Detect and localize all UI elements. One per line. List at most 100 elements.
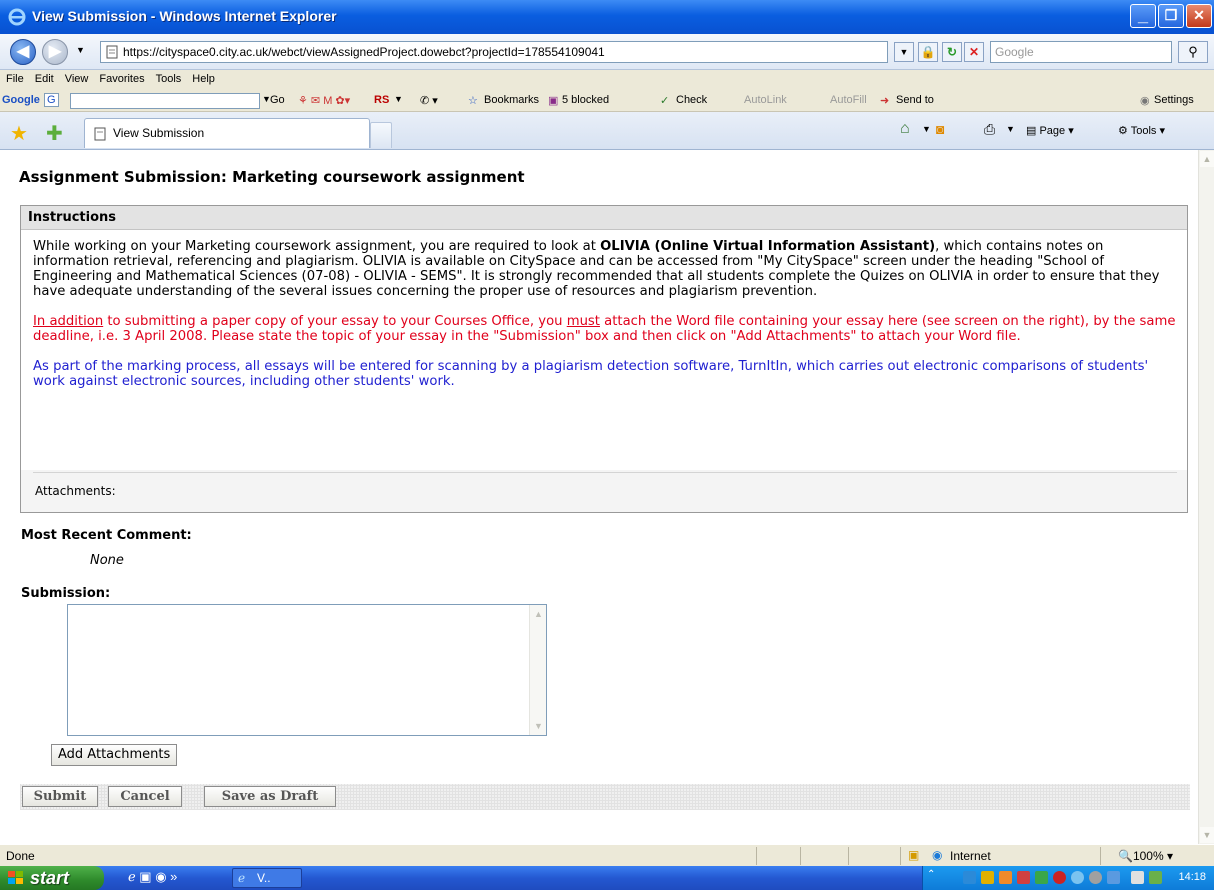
menu-bar: File Edit View Favorites Tools Help <box>0 70 1214 90</box>
tray-icon[interactable] <box>1107 871 1120 884</box>
maximize-button[interactable]: ❐ <box>1158 4 1184 28</box>
refresh-button[interactable]: ↻ <box>942 42 962 62</box>
instructions-panel: Instructions While working on your Marke… <box>20 205 1188 513</box>
scroll-down-icon[interactable]: ▼ <box>531 718 546 734</box>
tray-icon[interactable] <box>1017 871 1030 884</box>
protected-mode-icon[interactable]: ▣ <box>908 848 919 862</box>
tray-icon[interactable] <box>1089 871 1102 884</box>
add-attachments-button[interactable]: Add Attachments <box>51 744 178 766</box>
feeds-icon[interactable]: ◙ <box>936 121 944 137</box>
status-divider <box>756 847 757 865</box>
submission-textarea[interactable] <box>68 605 530 735</box>
home-icon[interactable]: ⌂ <box>900 120 910 138</box>
menu-help[interactable]: Help <box>186 70 220 85</box>
url-dropdown-button[interactable]: ▼ <box>894 42 914 62</box>
page-content: Assignment Submission: Marketing coursew… <box>0 150 1198 844</box>
tray-icon[interactable] <box>1131 871 1144 884</box>
rs-dropdown-icon[interactable]: ▼ <box>394 94 403 104</box>
google-menu-button[interactable]: G <box>44 93 59 107</box>
menu-tools[interactable]: Tools <box>150 70 187 85</box>
send-to-icon: ➜ <box>880 95 890 107</box>
tools-menu-button[interactable]: ⚙ Tools ▾ <box>1118 124 1165 137</box>
quick-launch-icons[interactable]: ℯ ▣ ◉ » <box>128 869 177 885</box>
menu-view[interactable]: View <box>59 70 94 85</box>
olivia-name: OLIVIA (Online Virtual Information Assis… <box>600 239 936 254</box>
print-icon[interactable]: ⎙ <box>984 121 995 138</box>
zone-label: Internet <box>950 849 991 863</box>
forward-button[interactable]: ▶ <box>42 39 68 65</box>
send-to-button[interactable]: Send to <box>896 94 934 106</box>
zoom-level[interactable]: 🔍100% ▾ <box>1118 849 1173 863</box>
google-go-button[interactable]: Go <box>270 94 285 106</box>
status-divider <box>900 847 901 865</box>
back-button[interactable]: ◀ <box>10 39 36 65</box>
rs-button[interactable]: RS <box>374 94 389 106</box>
popup-blocked-button[interactable]: 5 blocked <box>562 94 609 106</box>
tray-icon[interactable] <box>1035 871 1048 884</box>
search-input[interactable]: Google <box>990 41 1172 63</box>
google-search-input[interactable] <box>70 93 260 109</box>
status-bar: Done ▣ ◉ Internet 🔍100% ▾ <box>0 844 1214 866</box>
menu-edit[interactable]: Edit <box>29 70 59 85</box>
in-addition-text: In addition <box>33 314 104 329</box>
form-button-bar: Submit Cancel Save as Draft <box>20 784 1190 810</box>
taskbar: start ℯ ▣ ◉ » ℯ V.. ⌃ 14:18 <box>0 866 1214 890</box>
favorites-star-icon[interactable]: ★ <box>10 121 28 146</box>
page-scroll-up-icon[interactable]: ▲ <box>1200 151 1214 167</box>
tray-icon[interactable] <box>999 871 1012 884</box>
autofill-button[interactable]: AutoFill <box>830 94 867 106</box>
spell-icon[interactable]: ✆ ▾ <box>420 94 438 107</box>
google-tools-icons[interactable]: ⚘ ✉ M ✿▾ <box>298 94 350 107</box>
page-scrollbar[interactable]: ▲ ▼ <box>1198 150 1214 844</box>
spellcheck-icon: ✓ <box>660 95 670 107</box>
tray-expand-icon[interactable]: ⌃ <box>927 869 935 880</box>
submission-scrollbar[interactable]: ▲ ▼ <box>529 605 546 735</box>
tray-icon[interactable] <box>1149 871 1162 884</box>
tab-view-submission[interactable]: View Submission <box>84 118 370 148</box>
search-icon[interactable]: ⚲ <box>1178 41 1208 63</box>
tray-icon[interactable] <box>981 871 994 884</box>
save-draft-button[interactable]: Save as Draft <box>204 786 336 807</box>
submission-label: Submission: <box>21 586 111 601</box>
autolink-button[interactable]: AutoLink <box>744 94 787 106</box>
popup-blocker-icon: ▣ <box>548 95 559 107</box>
start-button[interactable]: start <box>0 866 104 890</box>
url-text: https://cityspace0.city.ac.uk/webct/view… <box>123 45 605 59</box>
page-icon <box>106 45 118 59</box>
cancel-button[interactable]: Cancel <box>108 786 182 807</box>
history-dropdown-icon[interactable]: ▼ <box>76 45 85 55</box>
tray-icon[interactable] <box>1053 871 1066 884</box>
stop-button[interactable]: ✕ <box>964 42 984 62</box>
new-tab-button[interactable] <box>370 122 392 148</box>
tab-bar: ★ ✚ View Submission ⌂ ▼ ◙ ⎙ ▼ ▤ Page ▾ ⚙… <box>0 112 1214 150</box>
recent-comment-label: Most Recent Comment: <box>21 528 192 543</box>
window-title: View Submission - Windows Internet Explo… <box>32 8 337 24</box>
submit-button[interactable]: Submit <box>22 786 98 807</box>
close-button[interactable]: ✕ <box>1186 4 1212 28</box>
bookmarks-button[interactable]: Bookmarks <box>484 94 539 106</box>
taskbar-ie-window[interactable]: ℯ V.. <box>232 868 302 888</box>
home-dropdown-icon[interactable]: ▼ <box>922 124 931 134</box>
minimize-button[interactable]: _ <box>1130 4 1156 28</box>
print-dropdown-icon[interactable]: ▼ <box>1006 124 1015 134</box>
scroll-up-icon[interactable]: ▲ <box>531 606 546 622</box>
url-input[interactable]: https://cityspace0.city.ac.uk/webct/view… <box>100 41 888 63</box>
instructions-header: Instructions <box>21 206 1187 230</box>
page-title: Assignment Submission: Marketing coursew… <box>19 168 525 186</box>
tray-icon[interactable] <box>963 871 976 884</box>
settings-icon: ◉ <box>1140 95 1150 107</box>
taskbar-clock: 14:18 <box>1178 871 1206 883</box>
attachments-label: Attachments: <box>35 484 116 498</box>
menu-file[interactable]: File <box>0 70 29 85</box>
page-scroll-down-icon[interactable]: ▼ <box>1200 827 1214 843</box>
must-text: must <box>566 314 600 329</box>
start-label: start <box>30 868 70 888</box>
add-favorites-icon[interactable]: ✚ <box>46 121 63 146</box>
lock-icon[interactable]: 🔒 <box>918 42 938 62</box>
page-menu-button[interactable]: ▤ Page ▾ <box>1026 124 1074 137</box>
instructions-paragraph-1: While working on your Marketing coursewo… <box>33 239 1177 299</box>
menu-favorites[interactable]: Favorites <box>93 70 149 85</box>
check-button[interactable]: Check <box>676 94 707 106</box>
settings-button[interactable]: Settings <box>1154 94 1194 106</box>
tray-icon[interactable] <box>1071 871 1084 884</box>
